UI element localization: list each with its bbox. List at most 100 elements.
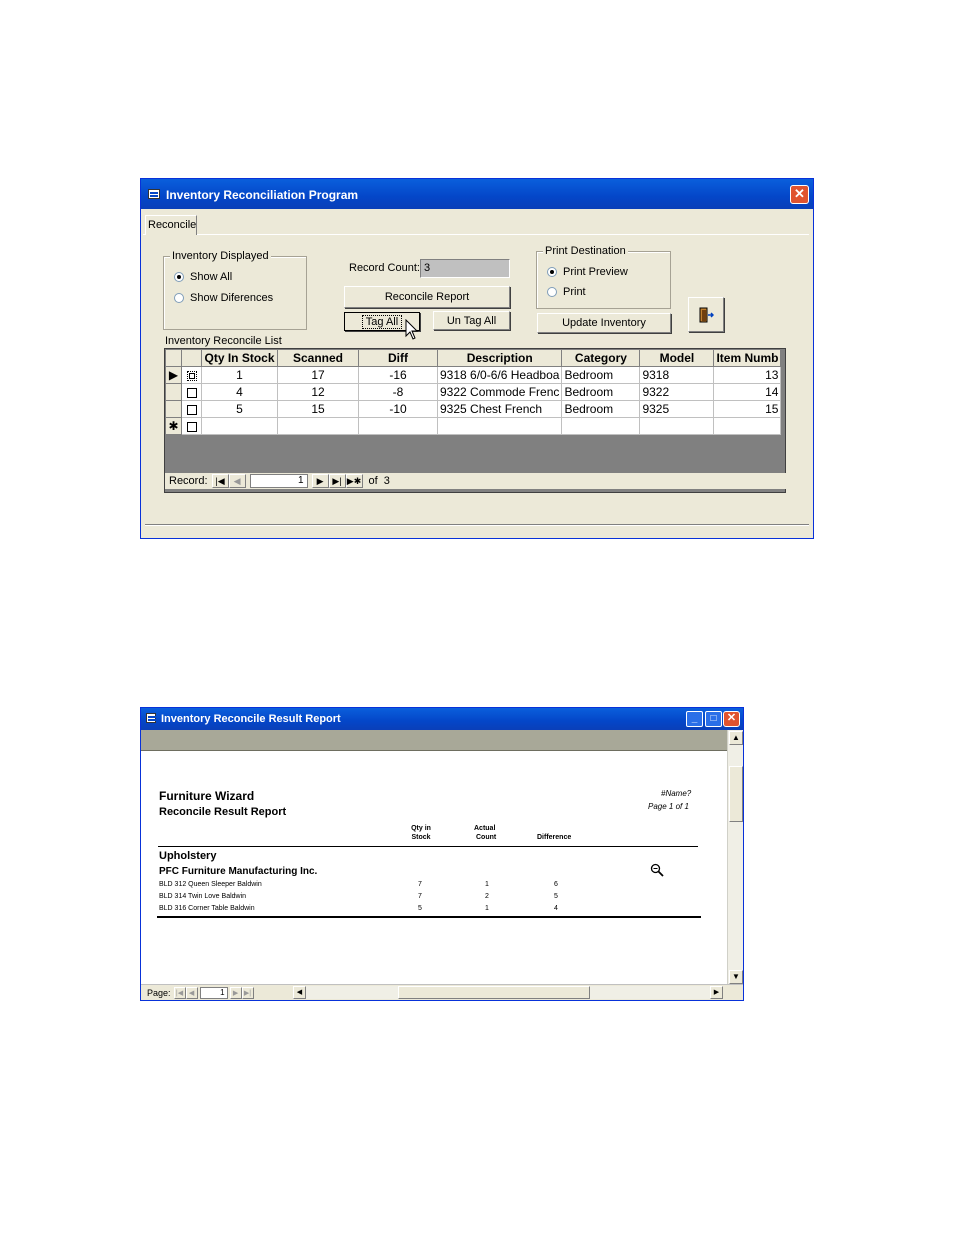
empty-cell[interactable] xyxy=(561,417,641,435)
cell-scanned[interactable]: 15 xyxy=(277,400,359,418)
table-row[interactable]: ▶ 1 17 -16 9318 6/0-6/6 Headboa Bedroom … xyxy=(165,366,782,384)
previous-icon: ◀ xyxy=(188,989,195,997)
tag-checkbox[interactable] xyxy=(181,383,202,401)
empty-cell[interactable] xyxy=(713,417,782,435)
header-category[interactable]: Category xyxy=(561,349,641,367)
report-title: Reconcile Result Report xyxy=(159,806,287,818)
tag-checkbox[interactable] xyxy=(181,417,202,435)
cell-qty[interactable]: 4 xyxy=(201,383,278,401)
cell-description[interactable]: 9325 Chest French xyxy=(436,400,563,418)
empty-cell[interactable] xyxy=(639,417,715,435)
empty-cell[interactable] xyxy=(436,417,563,435)
status-divider xyxy=(145,524,809,526)
last-page-button[interactable]: ▶| xyxy=(241,986,254,999)
record-selector[interactable] xyxy=(165,383,182,401)
cell-scanned[interactable]: 12 xyxy=(277,383,359,401)
cell-description[interactable]: 9322 Commode Frenc xyxy=(436,383,563,401)
vertical-scrollbar[interactable]: ▲ ▼ xyxy=(727,730,743,985)
radio-print-preview-label: Print Preview xyxy=(563,266,628,278)
inventory-grid[interactable]: Qty In Stock Scanned Diff Description Ca… xyxy=(164,348,786,493)
header-description[interactable]: Description xyxy=(436,349,563,367)
report-row-item: BLD 316 Corner Table Baldwin xyxy=(159,905,255,912)
record-number-input[interactable]: 1 xyxy=(249,474,308,488)
inventory-displayed-group: Inventory Displayed Show All Show Difere… xyxy=(163,250,307,330)
checkbox-icon xyxy=(186,404,197,415)
first-record-button[interactable]: |◀ xyxy=(211,474,229,488)
empty-cell[interactable] xyxy=(277,417,359,435)
exit-button[interactable] xyxy=(688,297,724,332)
record-selector[interactable] xyxy=(165,400,182,418)
radio-print[interactable]: Print xyxy=(547,286,586,298)
update-inventory-button[interactable]: Update Inventory xyxy=(537,313,671,333)
cell-scanned[interactable]: 17 xyxy=(277,366,359,384)
header-scanned[interactable]: Scanned xyxy=(277,349,359,367)
close-button[interactable]: ✕ xyxy=(790,185,809,204)
new-icon: ▶✱ xyxy=(346,475,362,486)
new-record-row[interactable]: ✱ xyxy=(165,417,782,435)
reconcile-report-button[interactable]: Reconcile Report xyxy=(344,286,510,308)
header-qty-in-stock[interactable]: Qty In Stock xyxy=(201,349,278,367)
record-label: Record: xyxy=(169,475,208,487)
first-page-button[interactable]: |◀ xyxy=(173,986,186,999)
header-model[interactable]: Model xyxy=(639,349,715,367)
title-bar[interactable]: Inventory Reconciliation Program ✕ xyxy=(141,179,813,209)
new-record-icon[interactable]: ✱ xyxy=(165,417,182,435)
cell-category[interactable]: Bedroom xyxy=(561,366,641,384)
empty-cell[interactable] xyxy=(201,417,278,435)
empty-cell[interactable] xyxy=(358,417,438,435)
cell-description[interactable]: 9318 6/0-6/6 Headboa xyxy=(436,366,563,384)
report-toolbar-strip xyxy=(141,730,727,751)
cell-category[interactable]: Bedroom xyxy=(561,400,641,418)
scroll-thumb[interactable] xyxy=(729,766,743,822)
radio-print-preview[interactable]: Print Preview xyxy=(547,266,628,278)
cell-diff[interactable]: -8 xyxy=(358,383,438,401)
previous-record-button[interactable]: ◀ xyxy=(228,474,246,488)
last-record-button[interactable]: ▶| xyxy=(328,474,346,488)
scroll-up-icon[interactable]: ▲ xyxy=(729,731,743,745)
header-selector[interactable] xyxy=(165,349,182,367)
scroll-right-icon[interactable]: ▶ xyxy=(710,986,723,999)
cell-qty[interactable]: 1 xyxy=(201,366,278,384)
table-row[interactable]: 5 15 -10 9325 Chest French Bedroom 9325 … xyxy=(165,400,782,418)
header-diff[interactable]: Diff xyxy=(358,349,438,367)
radio-selected-icon xyxy=(174,272,184,282)
cell-qty[interactable]: 5 xyxy=(201,400,278,418)
cell-item-number[interactable]: 14 xyxy=(713,383,782,401)
horizontal-scrollbar[interactable]: ◀ ▶ xyxy=(293,986,723,999)
next-record-button[interactable]: ▶ xyxy=(311,474,329,488)
minimize-button[interactable]: _ xyxy=(686,711,703,727)
page-number-input[interactable]: 1 xyxy=(199,986,228,999)
cell-diff[interactable]: -16 xyxy=(358,366,438,384)
scroll-thumb[interactable] xyxy=(398,986,590,999)
report-row-diff: 4 xyxy=(554,905,558,912)
tab-reconcile[interactable]: Reconcile xyxy=(145,215,197,235)
cell-item-number[interactable]: 15 xyxy=(713,400,782,418)
cell-model[interactable]: 9318 xyxy=(639,366,715,384)
untag-all-button[interactable]: Un Tag All xyxy=(433,311,510,330)
tag-checkbox[interactable] xyxy=(181,366,202,384)
cell-item-number[interactable]: 13 xyxy=(713,366,782,384)
scroll-left-icon[interactable]: ◀ xyxy=(293,986,306,999)
new-record-button[interactable]: ▶✱ xyxy=(345,474,363,488)
title-bar[interactable]: Inventory Reconcile Result Report _ □ ✕ xyxy=(141,708,743,730)
cell-model[interactable]: 9322 xyxy=(639,383,715,401)
reconcile-result-report-window: Inventory Reconcile Result Report _ □ ✕ … xyxy=(140,707,744,1001)
cell-category[interactable]: Bedroom xyxy=(561,383,641,401)
header-tag[interactable] xyxy=(181,349,202,367)
untag-all-label: Un Tag All xyxy=(446,314,497,327)
header-item-number[interactable]: Item Numb xyxy=(713,349,782,367)
next-page-button[interactable]: ▶ xyxy=(229,986,242,999)
close-button[interactable]: ✕ xyxy=(723,711,740,727)
previous-page-button[interactable]: ◀ xyxy=(185,986,198,999)
table-row[interactable]: 4 12 -8 9322 Commode Frenc Bedroom 9322 … xyxy=(165,383,782,401)
maximize-button[interactable]: □ xyxy=(705,711,722,727)
reconcile-report-label: Reconcile Report xyxy=(384,291,470,303)
scroll-down-icon[interactable]: ▼ xyxy=(729,970,743,984)
reconcile-tab-panel: Inventory Displayed Show All Show Difere… xyxy=(143,234,809,516)
tag-checkbox[interactable] xyxy=(181,400,202,418)
current-record-icon[interactable]: ▶ xyxy=(165,366,182,384)
radio-show-differences[interactable]: Show Diferences xyxy=(174,292,273,304)
cell-diff[interactable]: -10 xyxy=(358,400,438,418)
radio-show-all[interactable]: Show All xyxy=(174,271,232,283)
cell-model[interactable]: 9325 xyxy=(639,400,715,418)
